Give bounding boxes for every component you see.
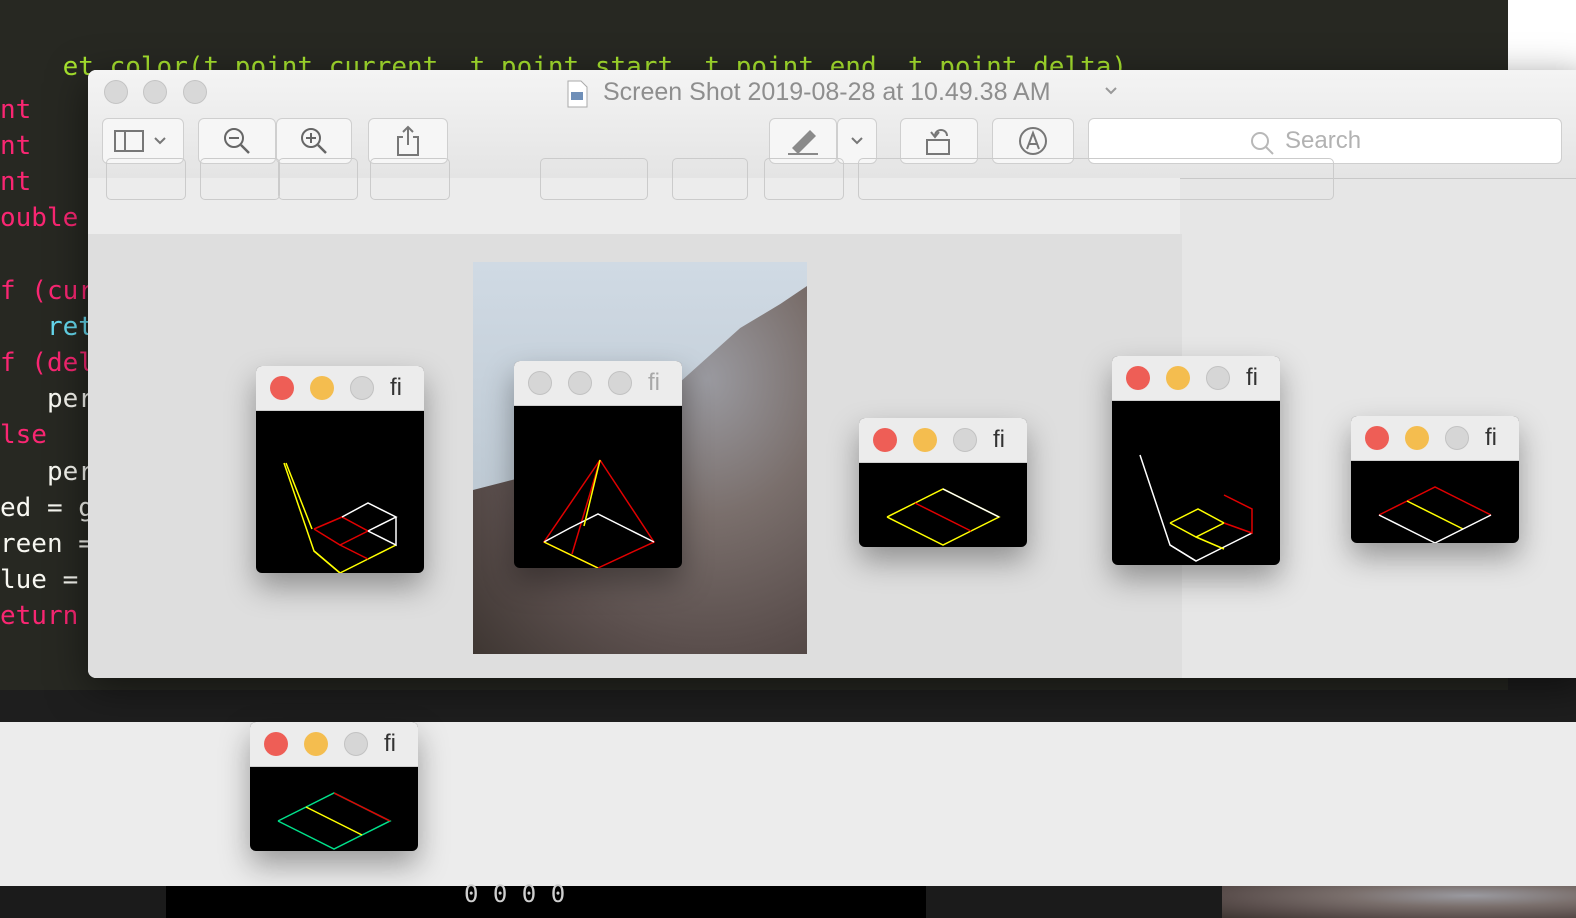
search-placeholder: Search [1285,127,1362,154]
minimize-button[interactable] [143,80,167,104]
minimize-button[interactable] [304,732,328,756]
code-line-15: lue = [0,565,94,595]
close-button[interactable] [1126,366,1150,390]
fdf-title: fi [993,426,1005,453]
zoom-button[interactable] [1445,426,1469,450]
code-line-4: nt [0,167,32,197]
code-line-8: ret [0,312,94,342]
fdf-titlebar[interactable]: fi [256,366,424,411]
code-line-12: per [0,457,94,487]
terminal-text: 0 0 0 0 [464,880,566,908]
wireframe-canvas [1139,454,1253,562]
fdf-window[interactable]: fi [859,418,1027,547]
pen-icon [788,130,818,155]
search-icon [1251,132,1274,155]
fdf-window[interactable]: fi [250,722,418,851]
zoom-out-icon [224,128,250,154]
minimize-button[interactable] [1405,426,1429,450]
fdf-titlebar[interactable]: fi [1351,416,1519,461]
fdf-title: fi [1246,364,1258,391]
close-button[interactable] [264,732,288,756]
code-line-11: lse [0,420,47,450]
terminal-output: 0 0 0 0 [0,880,1576,918]
desktop-strip [1508,0,1576,70]
zoom-button[interactable] [1206,366,1230,390]
fdf-window[interactable]: fi [1351,416,1519,543]
close-button[interactable] [528,371,552,395]
fdf-titlebar[interactable]: fi [250,722,418,767]
wireframe-canvas [283,462,398,573]
chevron-down-icon [851,137,863,145]
fdf-window[interactable]: fi [514,361,682,568]
code-line-16: eturn [0,601,79,631]
code-line-3: nt [0,131,32,161]
document-icon [567,80,588,108]
rotate-icon [926,129,950,155]
zoom-button[interactable] [350,376,374,400]
code-line-14: reen = [0,529,94,559]
annotate-icon [1019,127,1047,155]
window-title[interactable]: Screen Shot 2019-08-28 at 10.49.38 AM [603,78,1051,107]
zoom-button[interactable] [608,371,632,395]
minimize-button[interactable] [1166,366,1190,390]
fdf-window[interactable]: fi [1112,356,1280,565]
zoom-button[interactable] [344,732,368,756]
zoom-button[interactable] [183,80,207,104]
fdf-titlebar[interactable]: fi [859,418,1027,463]
wireframe-canvas [542,459,656,568]
minimize-button[interactable] [913,428,937,452]
wireframe-canvas [1378,486,1492,543]
code-line-5: ouble [0,203,79,233]
code-line-7: f (cur [0,276,94,306]
nested-screenshot-toolbar [88,158,1334,235]
zoom-button[interactable] [953,428,977,452]
wireframe-canvas [277,792,392,850]
fdf-window[interactable]: fi [256,366,424,573]
fdf-titlebar[interactable]: fi [514,361,682,406]
zoom-in-icon [301,128,327,154]
fdf-title: fi [1485,424,1497,451]
fdf-titlebar[interactable]: fi [1112,356,1280,401]
fdf-title: fi [390,374,402,401]
fdf-title: fi [648,369,660,396]
share-icon [397,125,419,156]
close-button[interactable] [1365,426,1389,450]
code-line-9: f (del [0,348,94,378]
code-line-2: nt [0,95,32,125]
code-line-13: ed = g [0,493,94,523]
minimize-button[interactable] [310,376,334,400]
code-line-10: per [0,384,94,414]
minimize-button[interactable] [568,371,592,395]
terminal-window[interactable] [0,722,1576,886]
chevron-down-icon[interactable] [1104,86,1118,96]
sidebar-icon [114,130,166,152]
close-button[interactable] [873,428,897,452]
close-button[interactable] [270,376,294,400]
close-button[interactable] [104,80,128,104]
fdf-title: fi [384,730,396,757]
background-photo-bottom [1222,886,1576,918]
wireframe-canvas [886,488,1001,546]
